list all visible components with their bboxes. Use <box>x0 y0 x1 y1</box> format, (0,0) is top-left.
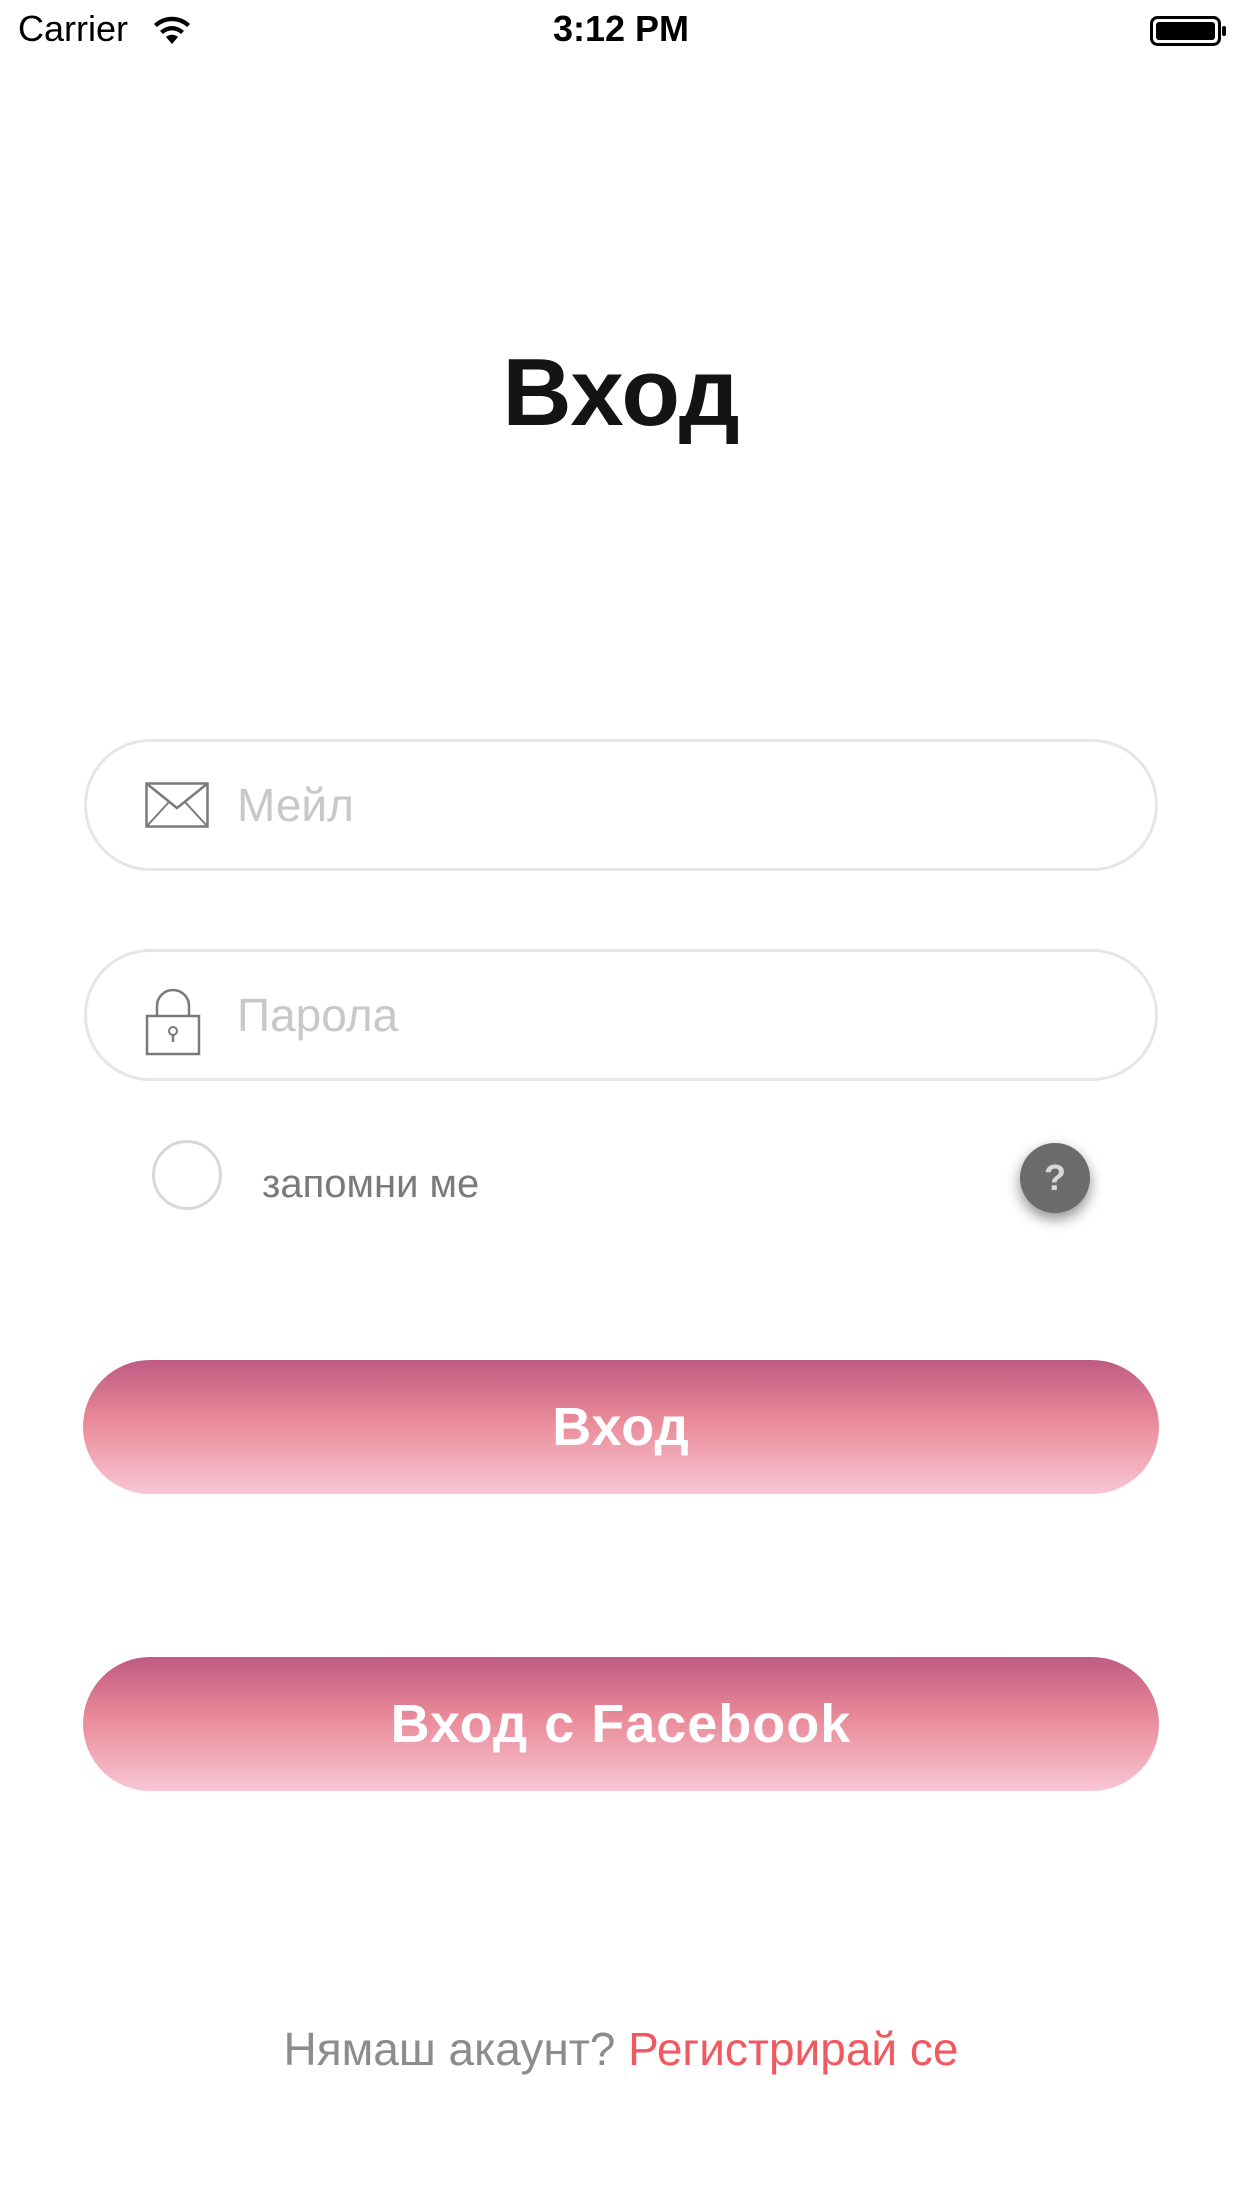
envelope-icon <box>145 782 209 828</box>
facebook-login-button[interactable]: Вход с Facebook <box>83 1657 1159 1791</box>
signup-link[interactable]: Регистрирай се <box>628 2023 958 2075</box>
email-field[interactable] <box>84 739 1158 871</box>
page-title: Вход <box>502 339 740 446</box>
remember-me-label: запомни ме <box>262 1162 480 1206</box>
login-button[interactable]: Вход <box>83 1360 1159 1494</box>
status-time: 3:12 PM <box>552 8 690 49</box>
status-bar: Carrier 3:12 PM <box>0 0 1242 60</box>
signup-row: Нямаш акаунт? Регистрирай се <box>0 2022 1242 2076</box>
email-input[interactable] <box>237 742 1097 868</box>
lock-icon <box>145 988 201 1056</box>
help-button[interactable]: ? <box>1020 1143 1090 1213</box>
battery-full-icon <box>1150 16 1226 46</box>
remember-me-checkbox[interactable] <box>152 1140 222 1210</box>
signup-prompt: Нямаш акаунт? <box>283 2023 629 2075</box>
password-field[interactable] <box>84 949 1158 1081</box>
password-input[interactable] <box>237 952 1097 1078</box>
